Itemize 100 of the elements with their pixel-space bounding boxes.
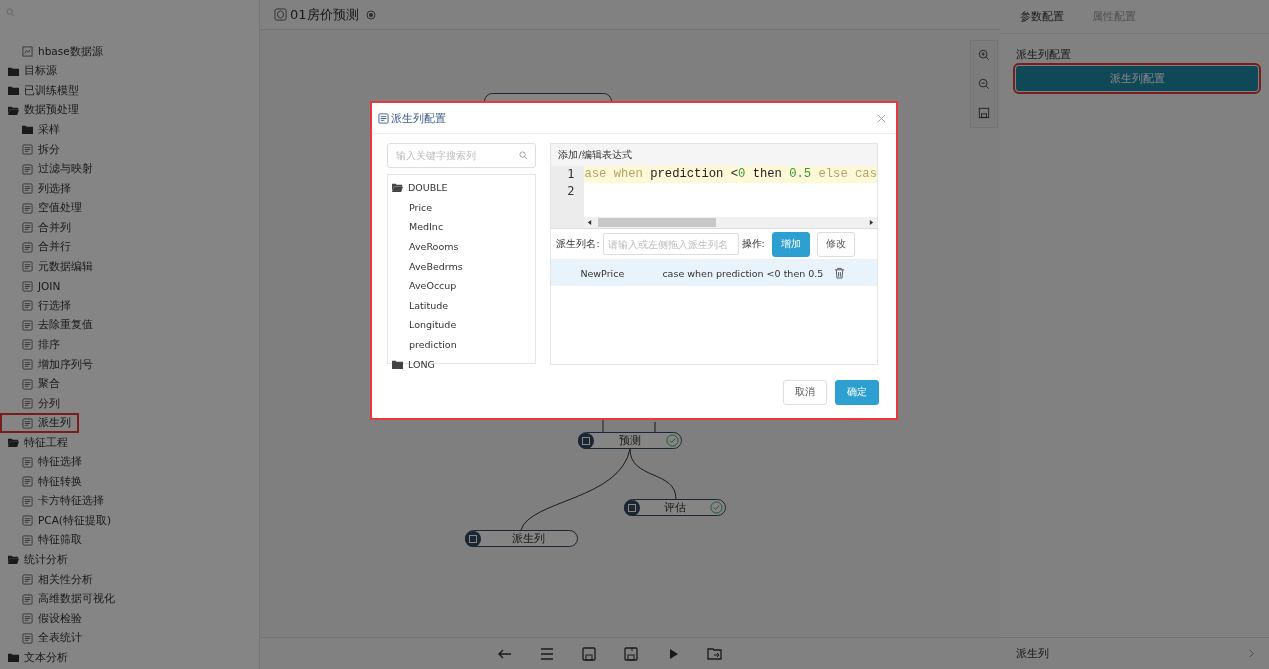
zoom-out-icon[interactable] [978, 78, 990, 90]
tree-folder[interactable]: 特征工程 [0, 432, 76, 453]
panel-tab[interactable]: 参数配置 [1020, 9, 1064, 24]
tree-folder[interactable]: 目标源 [0, 61, 65, 82]
search-field[interactable]: 输入关键字搜索列 [387, 143, 537, 168]
tool-icon [22, 359, 33, 370]
flow-node[interactable]: 评估 [624, 499, 726, 516]
tool-icon [22, 339, 33, 351]
save-as-icon[interactable] [623, 645, 639, 662]
save-icon[interactable] [978, 106, 990, 119]
column-group[interactable]: LONG [388, 354, 536, 374]
tool-icon [22, 574, 33, 586]
tree-item[interactable]: JOIN [0, 276, 69, 297]
horizontal-scrollbar[interactable] [584, 217, 877, 228]
tool-icon [22, 280, 33, 292]
tree-item[interactable]: 特征转换 [0, 472, 90, 492]
tool-icon [22, 515, 33, 527]
tree-item[interactable]: 合并行 [0, 237, 79, 257]
tool-icon [22, 144, 33, 155]
tool-icon [22, 46, 33, 58]
table-cell-text: case when prediction <0 then 0.5 [662, 267, 825, 279]
trash-icon[interactable] [834, 267, 846, 279]
open-folder-icon [8, 554, 19, 566]
tool-icon [22, 417, 33, 429]
tree-item[interactable]: 行选择 [0, 296, 79, 316]
column-item[interactable]: prediction [388, 334, 536, 355]
action-button[interactable]: 修改 [816, 231, 855, 257]
open-folder-icon [392, 182, 403, 194]
tree-item[interactable]: 卡方特征选择 [0, 491, 112, 512]
tool-icon [22, 300, 33, 312]
tree-item[interactable]: 列选择 [0, 178, 79, 199]
tree-item[interactable]: 增加序列号 [0, 354, 101, 375]
tree-item[interactable]: 相关性分析 [0, 569, 101, 590]
flow-node[interactable]: 预测 [578, 432, 682, 449]
line-number: 2 [567, 183, 575, 200]
config-button[interactable]: 派生列配置 [1016, 66, 1258, 91]
folder-icon [392, 358, 403, 370]
export-icon[interactable] [707, 645, 723, 662]
tree-item[interactable]: 过滤与映射 [0, 159, 101, 179]
tree-item[interactable]: 排序 [0, 335, 68, 355]
dialog-button[interactable]: 取消 [783, 380, 827, 405]
tool-icon [22, 261, 33, 273]
tree-item[interactable]: 全表统计 [0, 628, 90, 648]
tool-icon [22, 241, 33, 253]
close-icon[interactable] [877, 113, 886, 123]
open-folder-icon [8, 437, 19, 449]
connector-line [602, 419, 604, 433]
column-item[interactable]: MedInc [388, 217, 536, 237]
derive-icon [378, 112, 389, 124]
column-item[interactable]: Latitude [388, 295, 536, 316]
scroll-left-icon[interactable] [587, 220, 593, 225]
tree-folder[interactable]: 已训练模型 [0, 81, 87, 101]
tree-item[interactable]: 合并列 [0, 217, 79, 238]
tree-item[interactable]: 采样 [0, 120, 68, 140]
scroll-right-icon[interactable] [869, 220, 874, 225]
column-name-input[interactable]: 请输入或左侧拖入派生列名 [602, 233, 739, 255]
search-icon [519, 151, 529, 160]
tree-item[interactable]: 高维数据可视化 [0, 589, 123, 609]
tree-item[interactable]: 去除重复值 [0, 315, 101, 336]
code-editor[interactable]: 1 2 ase when prediction <0 then 0.5 else cas [551, 166, 877, 229]
tree-folder[interactable]: 文本分析 [0, 647, 76, 668]
tree-item[interactable]: PCA(特征提取) [0, 511, 120, 531]
tree-item[interactable]: 空值处理 [0, 198, 90, 218]
tool-icon [22, 593, 33, 605]
tool-icon [22, 183, 33, 195]
tree-folder[interactable]: 数据预处理 [0, 100, 87, 121]
tree-item[interactable]: 特征选择 [0, 452, 90, 473]
tree-item[interactable]: 元数据编辑 [0, 257, 101, 277]
tool-icon [22, 632, 33, 644]
folder-icon [8, 85, 19, 97]
tree-item[interactable]: hbase数据源 [0, 42, 111, 62]
tree-item[interactable]: 特征筛取 [0, 530, 90, 551]
folder-icon [22, 124, 33, 136]
tree-item[interactable]: 假设检验 [0, 608, 90, 629]
dialog-button[interactable]: 确定 [835, 380, 879, 405]
column-item[interactable]: AveRooms [388, 236, 536, 257]
tree-folder[interactable]: 统计分析 [0, 550, 76, 570]
column-item[interactable]: Longitude [388, 315, 536, 335]
tool-icon [22, 495, 33, 507]
node-icon [578, 432, 594, 449]
tree-item[interactable]: 拆分 [0, 139, 68, 160]
tool-icon [22, 476, 33, 488]
column-group[interactable]: DOUBLE [388, 178, 536, 198]
tool-icon [22, 202, 33, 214]
tree-item[interactable]: 聚合 [0, 374, 68, 394]
node-icon [465, 530, 481, 547]
column-item[interactable]: AveOccup [388, 275, 536, 296]
tree-item[interactable]: 派生列 [0, 413, 79, 433]
table-row[interactable]: NewPrice case when prediction <0 then 0.5 [551, 260, 877, 286]
tree-item[interactable]: 分列 [0, 393, 68, 414]
line-number: 1 [567, 166, 575, 183]
action-button[interactable]: 增加 [771, 231, 810, 257]
list-icon[interactable] [539, 645, 555, 662]
folder-icon [8, 652, 19, 664]
zoom-in-icon[interactable] [978, 49, 990, 62]
column-item[interactable]: Price [388, 197, 536, 218]
node-icon [624, 499, 640, 516]
column-item[interactable]: AveBedrms [388, 256, 536, 276]
save-icon[interactable] [581, 645, 597, 662]
flow-node[interactable]: 派生列 [465, 530, 578, 547]
